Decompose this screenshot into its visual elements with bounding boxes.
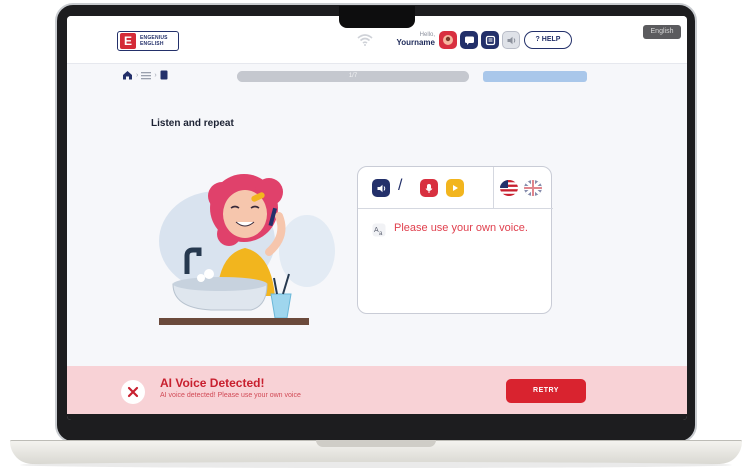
logo-text: ENGENIUS ENGLISH	[140, 35, 168, 47]
us-flag-icon[interactable]	[500, 180, 518, 196]
wifi-icon	[357, 34, 373, 46]
stage: E ENGENIUS ENGLISH Hello, Yourname ? HEL…	[0, 0, 748, 472]
progress-label: 1/7	[348, 73, 358, 79]
close-icon	[127, 386, 139, 398]
camera-notch	[339, 6, 415, 28]
home-icon[interactable]	[122, 70, 133, 80]
progress-bar: 1/7	[237, 71, 469, 82]
retry-button[interactable]: RETRY	[506, 379, 586, 403]
breadcrumb-separator: ›	[136, 71, 139, 79]
book-button[interactable]	[481, 31, 499, 49]
volume-icon	[507, 36, 515, 44]
mic-icon	[425, 183, 433, 193]
screen-bezel-bottom	[67, 414, 687, 420]
breadcrumb-separator: ›	[154, 71, 157, 79]
toolbar-divider	[493, 167, 494, 209]
mic-button[interactable]	[420, 179, 438, 197]
chat-icon	[464, 36, 474, 45]
translate-icon: A a	[372, 223, 386, 237]
alert-close-button[interactable]	[121, 380, 145, 404]
play-button[interactable]	[446, 179, 464, 197]
feedback-message: Please use your own voice.	[394, 222, 528, 234]
sound-button[interactable]	[502, 31, 520, 49]
book-icon	[485, 35, 495, 45]
next-indicator[interactable]	[483, 71, 587, 82]
uk-flag-icon[interactable]	[524, 180, 542, 196]
app-logo[interactable]: E ENGENIUS ENGLISH	[117, 31, 179, 51]
breadcrumb: › ›	[122, 70, 168, 80]
lesson-icon[interactable]	[160, 70, 168, 80]
toolbar-slash: /	[398, 177, 403, 194]
speaker-icon	[377, 184, 385, 192]
answer-card: / A a Please use your own voice.	[357, 166, 553, 314]
logo-mark: E	[120, 33, 136, 49]
menu-icon[interactable]	[141, 71, 152, 80]
avatar-button[interactable]	[439, 31, 457, 49]
logo-line2: ENGLISH	[140, 41, 164, 47]
laptop-base-groove	[316, 440, 436, 447]
language-side-tab[interactable]: English	[643, 25, 681, 39]
user-info: Hello, Yourname	[385, 32, 435, 47]
help-button[interactable]: ? HELP	[524, 31, 572, 49]
card-toolbar: /	[358, 167, 553, 209]
app-screen: E ENGENIUS ENGLISH Hello, Yourname ? HEL…	[67, 16, 687, 420]
play-icon	[453, 185, 458, 191]
girl-washing-face-illustration	[159, 174, 335, 325]
alert-subtitle: AI voice detected! Please use your own v…	[160, 392, 301, 399]
chat-button[interactable]	[460, 31, 478, 49]
speaker-button[interactable]	[372, 179, 390, 197]
username: Yourname	[396, 38, 435, 47]
instruction-text: Listen and repeat	[151, 118, 234, 129]
alert-title: AI Voice Detected!	[160, 376, 265, 390]
laptop-shadow	[20, 462, 732, 468]
avatar-icon	[443, 35, 453, 45]
ai-voice-alert: AI Voice Detected! AI voice detected! Pl…	[67, 366, 687, 414]
